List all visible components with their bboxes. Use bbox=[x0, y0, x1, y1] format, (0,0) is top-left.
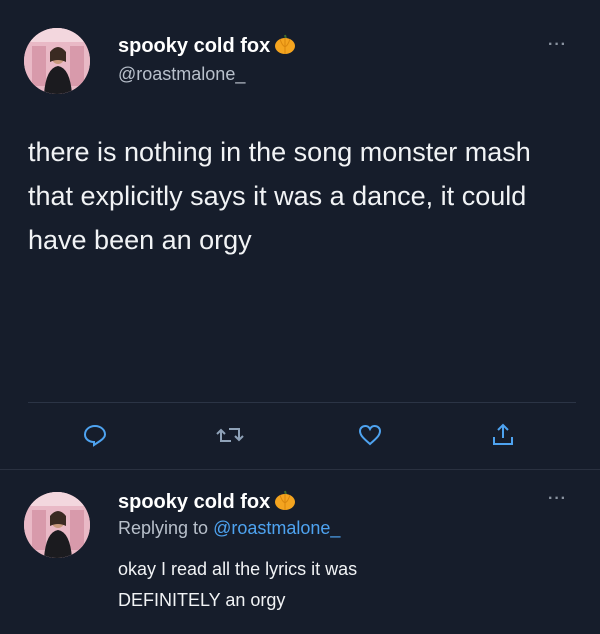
avatar-photo bbox=[24, 28, 90, 94]
name-line: spooky cold fox bbox=[118, 488, 297, 517]
reply-icon[interactable] bbox=[75, 415, 115, 455]
name-line: spooky cold fox bbox=[118, 32, 297, 61]
pumpkin-emoji-icon bbox=[273, 32, 297, 61]
replying-to-label: Replying to bbox=[118, 518, 214, 538]
main-tweet: spooky cold fox @roastmalone_ ··· there … bbox=[0, 0, 600, 470]
more-options-icon[interactable]: ··· bbox=[548, 36, 567, 54]
handle[interactable]: @roastmalone_ bbox=[118, 64, 245, 85]
reply-text-line: DEFINITELY an orgy bbox=[118, 590, 286, 610]
avatar[interactable] bbox=[24, 28, 90, 94]
replying-to: Replying to @roastmalone_ bbox=[118, 518, 340, 539]
pumpkin-emoji-icon bbox=[273, 488, 297, 517]
divider bbox=[28, 402, 576, 403]
share-icon[interactable] bbox=[483, 415, 523, 455]
display-name[interactable]: spooky cold fox bbox=[118, 35, 270, 58]
action-bar bbox=[0, 415, 600, 455]
mention-link[interactable]: @roastmalone_ bbox=[213, 518, 340, 538]
like-icon[interactable] bbox=[350, 415, 390, 455]
reply-text: okay I read all the lyrics it was DEFINI… bbox=[118, 554, 578, 616]
reply-text-line: okay I read all the lyrics it was bbox=[118, 559, 358, 579]
display-name[interactable]: spooky cold fox bbox=[118, 491, 270, 514]
tweet-text: there is nothing in the song monster mas… bbox=[28, 137, 531, 255]
more-options-icon[interactable]: ··· bbox=[548, 490, 567, 508]
retweet-icon[interactable] bbox=[210, 415, 250, 455]
reply-tweet: spooky cold fox ··· Replying to @roastma… bbox=[0, 470, 600, 634]
avatar[interactable] bbox=[24, 492, 90, 558]
avatar-photo bbox=[24, 492, 90, 558]
